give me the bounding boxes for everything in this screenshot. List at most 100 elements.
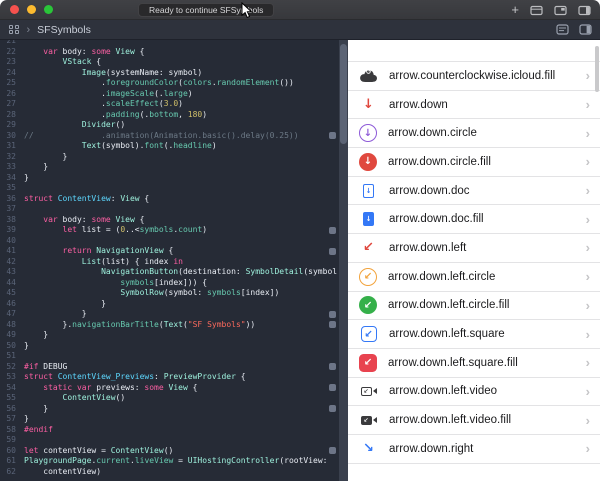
code-line[interactable]: 57} [0, 414, 348, 425]
editor-scrollbar[interactable] [339, 40, 348, 481]
live-view-toggle-icon[interactable] [579, 24, 592, 35]
symbol-row[interactable]: ↙arrow.down.left.circle› [348, 263, 600, 292]
symbol-row[interactable]: ↙arrow.down.left.video.fill› [348, 406, 600, 435]
code-line[interactable]: 61PlaygroundPage.current.liveView = UIHo… [0, 456, 348, 467]
code-line[interactable]: 60let contentView = ContentView() [0, 446, 348, 457]
line-number: 47 [0, 309, 24, 320]
traffic-lights [10, 5, 53, 14]
symbol-row[interactable]: ↙arrow.down.left.square› [348, 320, 600, 349]
editor-scrollbar-thumb[interactable] [340, 44, 347, 144]
code-line[interactable]: 22 var body: some View { [0, 47, 348, 58]
windows-icon[interactable] [554, 5, 567, 16]
code-line[interactable]: 39 let list = (0..<symbols.count) [0, 225, 348, 236]
breadcrumb-project-name[interactable]: SFSymbols [37, 24, 91, 36]
add-tab-button[interactable]: + [511, 3, 519, 16]
code-line[interactable]: 54 static var previews: some View { [0, 383, 348, 394]
code-text: contentView) [24, 467, 101, 476]
line-number: 57 [0, 414, 24, 425]
symbol-row[interactable]: ↓arrow.down.circle› [348, 119, 600, 148]
code-line[interactable]: 41 return NavigationView { [0, 246, 348, 257]
result-badge[interactable] [329, 311, 336, 318]
code-text: } [24, 152, 67, 161]
list-scrollbar-thumb[interactable] [595, 46, 599, 92]
code-line[interactable]: 37 [0, 204, 348, 215]
code-line[interactable]: 34} [0, 173, 348, 184]
code-line[interactable]: 58#endif [0, 425, 348, 436]
code-line[interactable]: 51 [0, 351, 348, 362]
code-line[interactable]: 59 [0, 435, 348, 446]
code-line[interactable]: 62 contentView) [0, 467, 348, 478]
symbol-row[interactable]: ↓arrow.down.doc.fill› [348, 205, 600, 234]
result-badge[interactable] [329, 132, 336, 139]
close-window-button[interactable] [10, 5, 19, 14]
code-line[interactable]: 56 } [0, 404, 348, 415]
code-line[interactable]: 28 .padding(.bottom, 180) [0, 110, 348, 121]
symbol-row[interactable]: ↙arrow.down.left.circle.fill› [348, 292, 600, 321]
symbol-row[interactable]: ↓arrow.down.doc› [348, 177, 600, 206]
code-line[interactable]: 27 .scaleEffect(3.0) [0, 99, 348, 110]
symbol-row[interactable]: ↓arrow.down› [348, 91, 600, 120]
result-badge[interactable] [329, 447, 336, 454]
symbol-row[interactable]: ↺arrow.counterclockwise.icloud.fill› [348, 62, 600, 91]
chevron-right-icon: › [586, 298, 590, 313]
code-line[interactable]: 50} [0, 341, 348, 352]
video-arrow-icon: ↙ [359, 411, 378, 430]
code-line[interactable]: 55 ContentView() [0, 393, 348, 404]
chevron-right-icon: › [586, 240, 590, 255]
status-notification[interactable]: Ready to continue SFSymbols [138, 3, 274, 17]
code-line[interactable]: 42 List(list) { index in [0, 257, 348, 268]
minimize-window-button[interactable] [27, 5, 36, 14]
code-line[interactable]: 26 .imageScale(.large) [0, 89, 348, 100]
code-line[interactable]: 30// .animation(Animation.basic().delay(… [0, 131, 348, 142]
code-line[interactable]: 35 [0, 183, 348, 194]
code-line[interactable]: 52#if DEBUG [0, 362, 348, 373]
code-line[interactable]: 45 SymbolRow(symbol: symbols[index]) [0, 288, 348, 299]
code-line[interactable]: 49 } [0, 330, 348, 341]
tab-overview-icon[interactable] [530, 5, 543, 16]
result-badge[interactable] [329, 321, 336, 328]
code-text: } [24, 330, 48, 339]
symbol-row[interactable]: ↙arrow.down.left.square.fill› [348, 349, 600, 378]
playgrounds-home-icon[interactable] [9, 25, 19, 35]
code-line[interactable]: 31 Text(symbol).font(.headline) [0, 141, 348, 152]
symbol-row[interactable]: ↘arrow.down.right› [348, 435, 600, 464]
result-badge[interactable] [329, 227, 336, 234]
code-line[interactable]: 53struct ContentView_Previews: PreviewPr… [0, 372, 348, 383]
code-line[interactable]: 46 } [0, 299, 348, 310]
result-badge[interactable] [329, 363, 336, 370]
code-line[interactable]: 25 .foregroundColor(colors.randomElement… [0, 78, 348, 89]
symbol-row[interactable]: ↙arrow.down.left.video› [348, 378, 600, 407]
code-line[interactable]: 48 }.navigationBarTitle(Text("SF Symbols… [0, 320, 348, 331]
video-body: ↙ [361, 387, 372, 396]
zoom-window-button[interactable] [44, 5, 53, 14]
code-line[interactable]: 40 [0, 236, 348, 247]
code-line[interactable]: 23 VStack { [0, 57, 348, 68]
result-badge[interactable] [329, 405, 336, 412]
split-view-icon[interactable] [578, 5, 591, 16]
line-number: 22 [0, 47, 24, 58]
code-line[interactable]: 38 var body: some View { [0, 215, 348, 226]
code-line[interactable]: 47 } [0, 309, 348, 320]
code-line[interactable]: 44 symbols[index])) { [0, 278, 348, 289]
code-line[interactable]: 32 } [0, 152, 348, 163]
symbol-name: arrow.down.left.circle.fill [388, 299, 509, 311]
live-view-symbol-list: ↺arrow.counterclockwise.icloud.fill›↓arr… [348, 40, 600, 481]
chevron-right-icon: › [586, 327, 590, 342]
code-text: VStack { [24, 57, 101, 66]
result-badge[interactable] [329, 384, 336, 391]
symbol-row[interactable]: ↙arrow.down.left› [348, 234, 600, 263]
result-badge[interactable] [329, 248, 336, 255]
plain-arrow-icon: ↓ [359, 95, 378, 114]
code-text: #if DEBUG [24, 362, 67, 371]
code-editor[interactable]: 2122 var body: some View {23 VStack {24 … [0, 40, 348, 481]
code-line[interactable]: 33 } [0, 162, 348, 173]
run-settings-icon[interactable] [556, 24, 569, 35]
code-line[interactable]: 29 Divider() [0, 120, 348, 131]
code-text: let list = (0..<symbols.count) [24, 225, 207, 234]
code-text: }.navigationBarTitle(Text("SF Symbols")) [24, 320, 255, 329]
symbol-row[interactable]: ↓arrow.down.circle.fill› [348, 148, 600, 177]
code-line[interactable]: 24 Image(systemName: symbol) [0, 68, 348, 79]
code-line[interactable]: 36struct ContentView: View { [0, 194, 348, 205]
line-number: 28 [0, 110, 24, 121]
code-line[interactable]: 43 NavigationButton(destination: SymbolD… [0, 267, 348, 278]
